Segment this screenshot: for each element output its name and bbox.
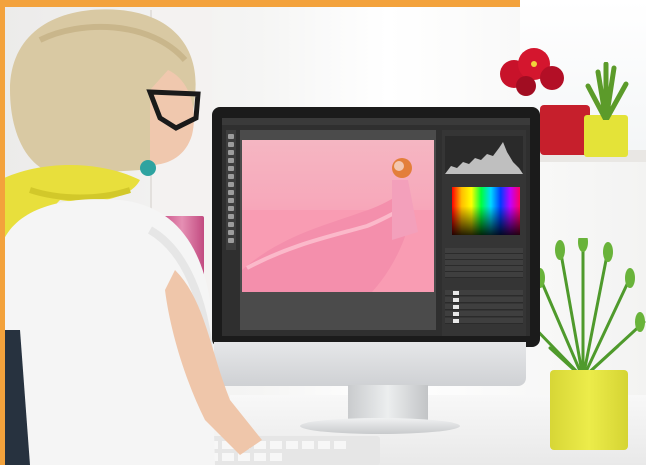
layer-thumbnail	[453, 297, 459, 302]
histogram-panel	[445, 136, 523, 174]
layer-row[interactable]	[445, 311, 523, 317]
layer-thumbnail	[453, 304, 459, 309]
layer-thumbnail	[453, 311, 459, 316]
history-row[interactable]	[445, 272, 523, 278]
layer-row[interactable]	[445, 290, 523, 296]
yellow-pot-window	[584, 115, 628, 157]
yellow-pot-desk	[550, 370, 628, 450]
red-flowers	[500, 48, 564, 96]
layer-thumbnail	[453, 318, 459, 323]
woman-at-desk	[0, 9, 262, 465]
small-plant	[585, 62, 629, 120]
histogram-graph	[445, 142, 523, 174]
color-picker-spectrum[interactable]	[452, 187, 520, 235]
layer-row[interactable]	[445, 297, 523, 303]
layer-row[interactable]	[445, 304, 523, 310]
photo-scene	[0, 0, 646, 465]
monitor-base	[300, 418, 460, 434]
layer-row[interactable]	[445, 318, 523, 324]
right-panels	[442, 130, 526, 336]
layer-thumbnail	[453, 290, 459, 295]
orange-left-border	[0, 0, 5, 465]
